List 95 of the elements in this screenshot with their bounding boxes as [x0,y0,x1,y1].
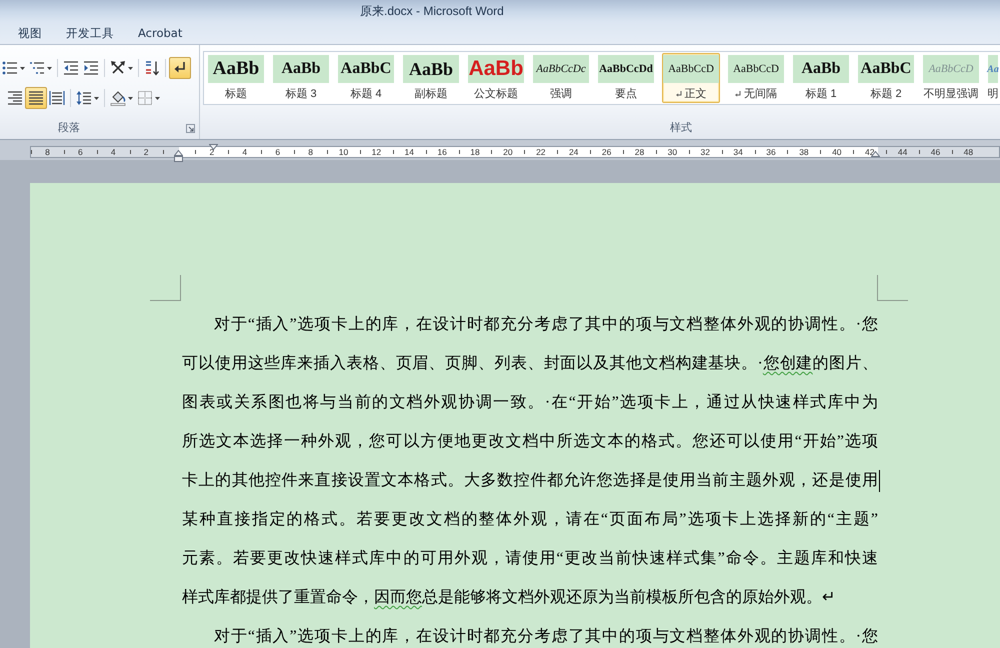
ruler-number: 2 [210,147,214,157]
style-item[interactable]: AaBbC 标题 4 [337,53,395,103]
window-title: 原来.docx - Microsoft Word [360,2,504,20]
style-name: 标题 3 [285,87,317,101]
increase-indent-icon [83,60,99,76]
ruler-number: 12 [372,147,382,157]
body-paragraph: 对于“插入”选项卡上的库，在设计时都充分考虑了其中的项与文档整体外观的协调性。·您 可以使用这些库来插入表格、页眉、页脚、列表、封面以及其他文档构建基块。·您创建的图片、 图表或关系图也将与当前的文档外观协调一致。·在“开始”选项卡上，通过从快速样式库中为 所选文本选择一种外观，您可以方便地更改文档中所选文本的格式。您还可以使用“开始”选项 卡上的其他控件来直接设置文本格式。大多数控件都允许您选择是使用当前主题外观，还是使用 某种直接指定的格式。若要更改文档的整体外观，请在“页面布局”选项卡上选择新的“主题” 元素。若要更改快速样式库中的可用外观，请使用“更改当前快速样式集”命令。主题库和快速 样式库都提供了重置命令，因而您总是能够将文档外观还原为当前模板所包含的原始外观。↵ [182,314,878,608]
ribbon-tab[interactable]: 视图 [6,23,54,44]
ruler-number: 6 [78,147,83,157]
style-preview: AaBb [403,55,459,83]
text-boundary-mark [877,275,908,301]
style-preview: AaBbC [338,55,394,83]
group-label: 样式 [670,121,692,135]
ruler-number: 16 [437,147,447,157]
style-name: 标题 2 [870,87,902,101]
ruler-number: 26 [602,147,612,157]
style-item[interactable]: Aa 明 [987,53,999,103]
decrease-indent-icon [63,60,79,76]
style-preview: AaBbCcD [663,55,719,83]
style-name: 强调 [550,87,572,101]
left-indent-handle[interactable] [174,150,183,162]
style-item[interactable]: AaBbCcDd 要点 [597,53,655,103]
style-preview: AaBb [208,55,264,83]
style-name: 要点 [615,87,637,101]
body-paragraph: 对于“插入”选项卡上的库，在设计时都充分考虑了其中的项与文档整体外观的协调性。·您 [213,626,878,647]
multilevel-list-icon [29,60,45,76]
style-name: 明 [988,87,998,101]
ribbon-tab[interactable]: Acrobat [126,23,194,44]
style-preview: AaBb [793,55,849,83]
show-marks-button[interactable] [169,57,191,79]
ruler-number: 22 [536,147,546,157]
ruler-number: 30 [668,147,678,157]
ruler-number: 4 [242,147,248,157]
style-preview: AaBb [273,55,329,83]
ruler-number: 28 [634,147,644,157]
ruler-number: 32 [700,147,710,157]
style-name: 标题 1 [805,87,837,101]
style-item[interactable]: AaBb 公文标题 [467,53,525,103]
ruler-number: 36 [766,147,776,157]
ruler-number: 20 [503,147,513,157]
dotted-grid-icon [137,90,153,106]
line-spacing-icon [76,90,92,106]
ruler-number: 4 [110,147,116,157]
ruler-number: 44 [898,147,908,157]
ruler-number: 24 [568,147,578,157]
bullet-list-icon [2,60,18,76]
ruler-number: 8 [308,147,313,157]
style-preview: AaBbCcD [728,55,784,83]
style-preview: Aa [988,55,998,83]
ruler-number: 2 [144,147,148,157]
style-preview: AaBbCcDd [598,55,654,83]
style-preview: AaBbCcDc [533,55,589,83]
ruler-number: 14 [404,147,414,157]
paint-bucket-icon [110,90,126,106]
style-name: 正文 [684,87,706,101]
sort-icon [144,60,160,76]
style-item[interactable]: AaBbCcDc 强调 [532,53,590,103]
style-name: 标题 [225,87,247,101]
distribute-icon [49,90,65,106]
text-boundary-mark [150,275,181,301]
ruler-number: 18 [470,147,480,157]
style-item[interactable]: AaBbC 标题 2 [857,53,915,103]
style-preview: AaBbCcD [923,55,979,83]
style-name: 公文标题 [474,87,518,101]
group-label: 段落 [58,121,80,135]
ruler-number: 48 [964,147,974,157]
style-name: 标题 4 [350,87,382,101]
ruler-number: 38 [799,147,809,157]
style-item[interactable]: AaBb 副标题 [402,53,460,103]
style-item[interactable]: AaBb 标题 1 [792,53,850,103]
dialog-launcher-button[interactable] [186,124,195,132]
style-item[interactable]: AaBbCcD 不明显强调 [922,53,980,103]
ruler-number: 10 [338,147,348,157]
justify-button[interactable] [25,87,47,109]
style-name: 不明显强调 [924,87,978,101]
ruler-number: 42 [864,147,874,157]
ruler-number: 46 [930,147,940,157]
ribbon-tab[interactable]: 开发工具 [54,23,126,44]
justify-icon [28,90,44,106]
style-name: 无间隔 [744,87,777,101]
align-right-icon [7,90,23,106]
style-item[interactable]: AaBb 标题 [207,53,265,103]
style-preview: AaBbC [858,55,914,83]
ruler-number: 40 [832,147,842,157]
ruler-number: 8 [45,147,50,157]
style-name: 副标题 [414,87,448,101]
style-item[interactable]: AaBbCcD 正文 [662,53,720,103]
style-preview: AaBb [468,55,524,83]
style-item[interactable]: AaBbCcD 无间隔 [727,53,785,103]
ruler-number: 34 [733,147,743,157]
ruler-number: 6 [275,147,280,157]
first-line-indent-handle[interactable] [209,144,218,150]
style-item[interactable]: AaBb 标题 3 [272,53,330,103]
crossed-arrows-icon [110,60,126,76]
launcher-arrow-icon [186,124,195,132]
